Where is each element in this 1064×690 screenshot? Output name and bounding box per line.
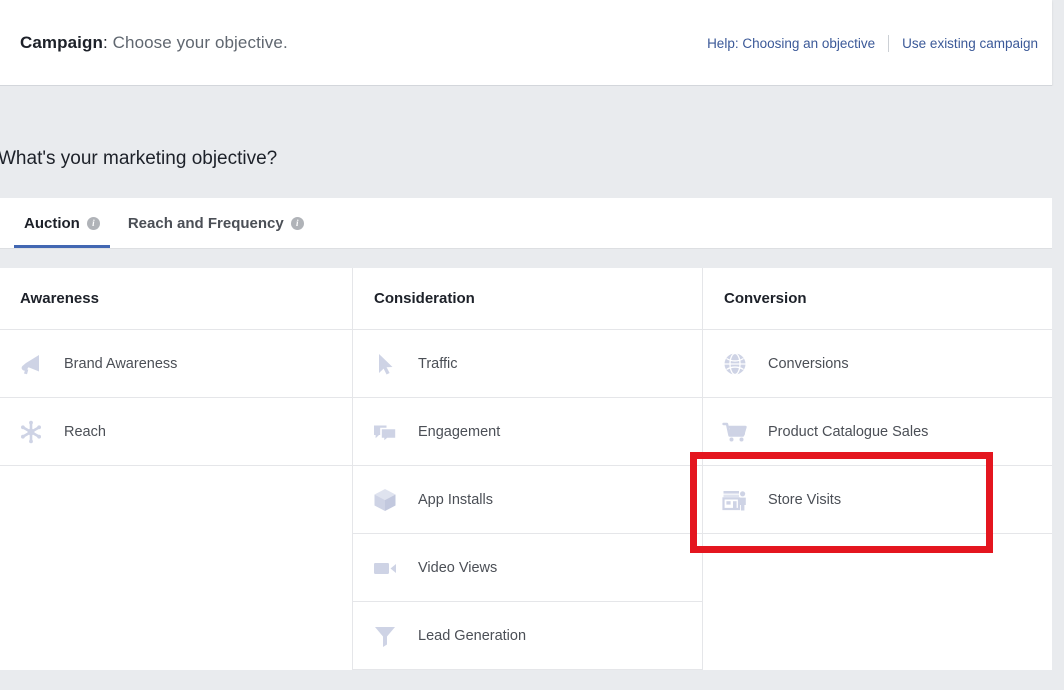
breadcrumb-campaign-label: Campaign [20, 33, 103, 52]
objective-label: Traffic [418, 355, 458, 372]
objective-label: Brand Awareness [64, 355, 178, 372]
tab-reach-and-frequency-label: Reach and Frequency [127, 214, 284, 232]
breadcrumb: Campaign: Choose your objective. [20, 33, 288, 53]
objective-label: Conversions [768, 355, 849, 372]
objective-label: Lead Generation [418, 627, 527, 644]
column-consideration: Consideration Traffic Engagement App Ins… [352, 268, 702, 670]
objective-label: App Installs [418, 491, 493, 508]
use-existing-campaign-link[interactable]: Use existing campaign [902, 36, 1038, 51]
cursor-arrow-icon [368, 347, 402, 381]
shopping-cart-icon [718, 415, 752, 449]
starburst-icon [14, 415, 48, 449]
header-links: Help: Choosing an objective Use existing… [707, 34, 1038, 52]
funnel-icon [368, 619, 402, 653]
tab-reach-and-frequency[interactable]: Reach and Frequency i [114, 198, 318, 248]
tab-auction-label: Auction [24, 214, 80, 232]
column-awareness: Awareness Brand Awareness Reach [0, 268, 352, 670]
objective-reach[interactable]: Reach [0, 398, 352, 466]
tabs-row: Auction i Reach and Frequency i [10, 198, 318, 248]
column-header-consideration: Consideration [353, 268, 702, 330]
page-header: Campaign: Choose your objective. Help: C… [0, 0, 1052, 86]
header-inner: Campaign: Choose your objective. Help: C… [0, 0, 1052, 86]
objective-label: Engagement [418, 423, 501, 440]
objective-label: Reach [64, 423, 106, 440]
megaphone-icon [14, 347, 48, 381]
column-header-conversion: Conversion [703, 268, 1052, 330]
objective-engagement[interactable]: Engagement [353, 398, 702, 466]
column-conversion: Conversion Conversions Product Catalogue… [702, 268, 1052, 670]
link-divider [888, 34, 890, 52]
help-choosing-objective-link[interactable]: Help: Choosing an objective [707, 36, 875, 51]
info-icon[interactable]: i [290, 216, 304, 230]
tab-auction[interactable]: Auction i [10, 198, 114, 248]
storefront-person-icon [718, 483, 752, 517]
globe-icon [718, 347, 752, 381]
objectives-grid: Awareness Brand Awareness Reach Consider… [0, 268, 1052, 670]
objective-conversions[interactable]: Conversions [703, 330, 1052, 398]
info-icon[interactable]: i [86, 216, 100, 230]
speech-bubbles-icon [368, 415, 402, 449]
objective-traffic[interactable]: Traffic [353, 330, 702, 398]
objective-label: Video Views [418, 559, 498, 576]
objective-video-views[interactable]: Video Views [353, 534, 702, 602]
objective-app-installs[interactable]: App Installs [353, 466, 702, 534]
objective-tabs-bar: Auction i Reach and Frequency i [0, 198, 1052, 249]
objective-lead-generation[interactable]: Lead Generation [353, 602, 702, 670]
page-title: What's your marketing objective? [0, 148, 278, 169]
objective-brand-awareness[interactable]: Brand Awareness [0, 330, 352, 398]
breadcrumb-step-label: Choose your objective. [107, 33, 288, 52]
column-header-awareness: Awareness [0, 268, 352, 330]
objective-label: Store Visits [768, 491, 842, 508]
bottom-strip [0, 670, 1064, 690]
objective-label: Product Catalogue Sales [768, 423, 929, 440]
cube-box-icon [368, 483, 402, 517]
objective-store-visits[interactable]: Store Visits [703, 466, 1052, 534]
question-band [0, 86, 1064, 198]
video-camera-icon [368, 551, 402, 585]
objective-product-catalogue-sales[interactable]: Product Catalogue Sales [703, 398, 1052, 466]
